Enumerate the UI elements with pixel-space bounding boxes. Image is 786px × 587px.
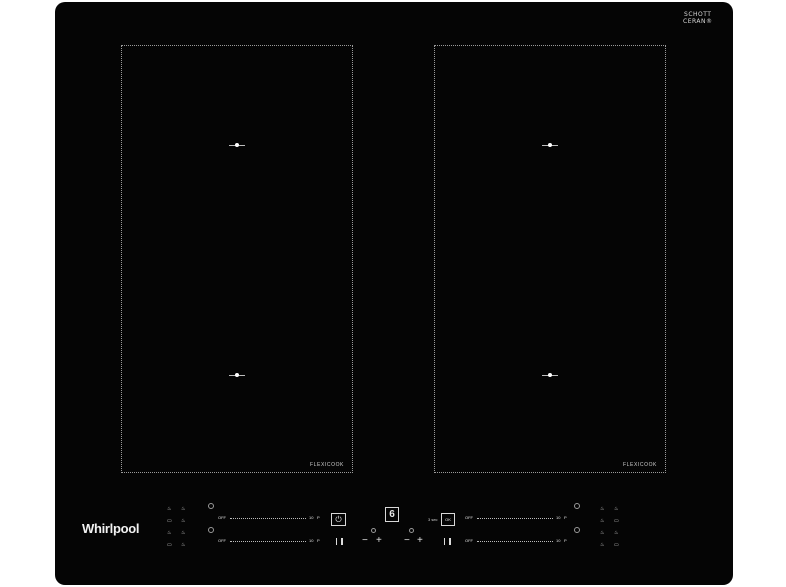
- function-icon[interactable]: ♨: [181, 519, 185, 524]
- indicator-dot: [371, 528, 376, 533]
- function-icon[interactable]: ♨: [614, 531, 618, 536]
- power-slider-front-left[interactable]: OFF 10 P: [218, 515, 324, 523]
- slider-track[interactable]: [230, 518, 306, 520]
- function-icon[interactable]: ♨: [167, 507, 171, 512]
- zone-center-mark: [229, 373, 245, 378]
- function-icon[interactable]: ♨: [181, 531, 185, 536]
- slider-track[interactable]: [477, 541, 553, 543]
- slider-off-label: OFF: [218, 538, 226, 543]
- power-slider-rear-right[interactable]: OFF 10 P: [465, 538, 571, 546]
- function-icon[interactable]: ♨: [600, 507, 604, 512]
- function-icon[interactable]: ♨: [181, 507, 185, 512]
- slider-max-label: 10: [309, 515, 314, 520]
- timer-plus-button[interactable]: +: [376, 536, 382, 546]
- slider-off-label: OFF: [465, 515, 473, 520]
- function-icon[interactable]: ♨: [167, 531, 171, 536]
- zone-center-mark: [542, 143, 558, 148]
- brand-line-1: SCHOTT: [684, 11, 712, 18]
- lock-hint-label: 3 sec: [428, 517, 438, 522]
- power-button[interactable]: ⏻: [331, 513, 346, 526]
- zone-center-mark: [229, 143, 245, 148]
- function-icon[interactable]: ♨: [181, 543, 185, 548]
- zone-right-label: FLEXICOOK: [622, 462, 657, 468]
- zone-center-mark: [542, 373, 558, 378]
- function-icon[interactable]: ♨: [600, 543, 604, 548]
- timer-plus-button-2[interactable]: +: [417, 536, 423, 546]
- slider-track[interactable]: [230, 541, 306, 543]
- zone-link-icon[interactable]: [336, 538, 343, 545]
- function-icon[interactable]: ♨: [614, 507, 618, 512]
- function-icon[interactable]: ▭: [167, 519, 172, 524]
- slider-max-label: 10: [556, 538, 561, 543]
- timer-minus-button-2[interactable]: −: [404, 536, 410, 546]
- ok-label: OK: [445, 517, 451, 522]
- flexicook-zone-left[interactable]: FLEXICOOK: [121, 45, 353, 473]
- brand-line-2: CERAN®: [683, 18, 713, 25]
- schott-ceran-mark: SCHOTT CERAN®: [683, 11, 713, 25]
- function-icon[interactable]: ▭: [167, 543, 172, 548]
- flexicook-zone-right[interactable]: FLEXICOOK: [434, 45, 666, 473]
- slider-max-label: 10: [309, 538, 314, 543]
- ok-lock-button[interactable]: OK: [441, 513, 455, 526]
- power-slider-front-right[interactable]: OFF 10 P: [465, 515, 571, 523]
- timer-indicator: [574, 503, 580, 509]
- timer-indicator: [208, 503, 214, 509]
- slider-track[interactable]: [477, 518, 553, 520]
- slider-boost-label: P: [564, 538, 567, 543]
- slider-max-label: 10: [556, 515, 561, 520]
- power-slider-rear-left[interactable]: OFF 10 P: [218, 538, 324, 546]
- slider-boost-label: P: [317, 515, 320, 520]
- six-sense-button[interactable]: 6: [385, 507, 399, 522]
- indicator-dot: [409, 528, 414, 533]
- whirlpool-logo: Whirlpool: [82, 521, 140, 536]
- slider-boost-label: P: [564, 515, 567, 520]
- power-icon: ⏻: [335, 514, 342, 524]
- slider-off-label: OFF: [465, 538, 473, 543]
- function-icon[interactable]: ▭: [614, 519, 619, 524]
- timer-indicator: [574, 527, 580, 533]
- zone-left-label: FLEXICOOK: [309, 462, 344, 468]
- timer-indicator: [208, 527, 214, 533]
- timer-minus-button[interactable]: −: [362, 536, 368, 546]
- function-icon[interactable]: ♨: [600, 519, 604, 524]
- function-icon[interactable]: ♨: [600, 531, 604, 536]
- zone-link-icon[interactable]: [444, 538, 451, 545]
- function-icon[interactable]: ▭: [614, 543, 619, 548]
- slider-boost-label: P: [317, 538, 320, 543]
- slider-off-label: OFF: [218, 515, 226, 520]
- six-sense-label: 6: [389, 509, 395, 520]
